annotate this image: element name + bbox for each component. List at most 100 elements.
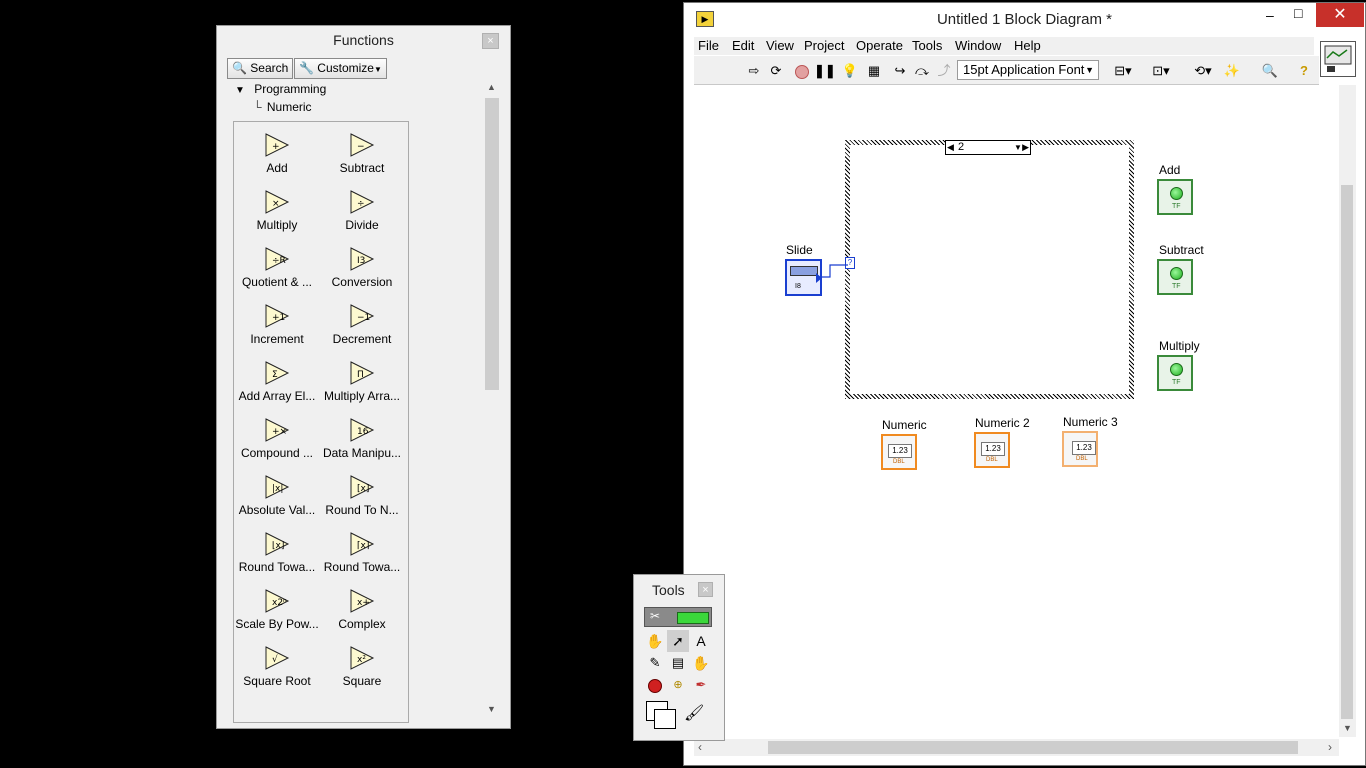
vertical-scrollbar-thumb[interactable] xyxy=(1341,185,1353,719)
close-window-button[interactable]: ✕ xyxy=(1316,3,1364,27)
paintbrush-icon[interactable]: 🖌 xyxy=(684,703,704,723)
add-indicator-terminal[interactable]: TF xyxy=(1157,179,1193,215)
step-into-icon[interactable]: ↪ xyxy=(890,61,910,81)
tree-item-numeric[interactable]: └ Numeric xyxy=(253,100,312,114)
menu-item-tools[interactable]: Tools xyxy=(912,37,942,55)
connect-wire-tool-icon[interactable]: ✎ xyxy=(644,652,666,674)
vi-icon[interactable] xyxy=(1320,41,1356,77)
palette-item[interactable]: x2ⁿ Scale By Pow... xyxy=(234,588,320,631)
background-color-swatch[interactable] xyxy=(654,709,676,729)
tools-palette-close-button[interactable]: × xyxy=(698,582,713,597)
palette-item[interactable]: −1 Decrement xyxy=(319,303,405,346)
minimize-button[interactable]: – xyxy=(1266,7,1274,23)
probe-data-tool-icon[interactable]: ⊕ xyxy=(667,674,689,696)
case-structure-interior[interactable] xyxy=(850,145,1129,394)
slide-control-terminal[interactable]: I8 xyxy=(785,259,822,296)
position-size-select-tool-icon[interactable]: ➚ xyxy=(667,630,689,652)
run-continuously-icon[interactable]: ⟳ xyxy=(766,61,786,81)
cleanup-diagram-icon[interactable]: ✨ xyxy=(1222,61,1242,81)
step-out-icon[interactable]: ⤴ xyxy=(934,61,954,81)
palette-item[interactable]: × Multiply xyxy=(234,189,320,232)
menu-item-project[interactable]: Project xyxy=(804,37,844,55)
case-structure[interactable]: ◀ 2 ▼ ▶ ? xyxy=(845,140,1134,399)
edit-text-tool-icon[interactable]: A xyxy=(690,630,712,652)
menu-item-help[interactable]: Help xyxy=(1014,37,1041,55)
palette-item[interactable]: ÷R Quotient & ... xyxy=(234,246,320,289)
palette-item[interactable]: Σ Add Array El... xyxy=(234,360,320,403)
breakpoint-tool-icon[interactable] xyxy=(644,674,666,696)
get-color-tool-icon[interactable]: ✒ xyxy=(690,674,712,696)
maximize-button[interactable]: □ xyxy=(1294,5,1302,21)
functions-palette-close-button[interactable]: × xyxy=(482,33,499,49)
functions-palette-title: Functions xyxy=(333,32,394,48)
numeric-2-control-terminal[interactable]: 1.23 DBL xyxy=(974,432,1010,468)
run-arrow-icon[interactable]: ⇨ xyxy=(744,61,764,81)
numeric-control-terminal[interactable]: 1.23 DBL xyxy=(881,434,917,470)
align-objects-icon[interactable]: ⊟▾ xyxy=(1108,61,1138,81)
scroll-down-icon[interactable]: ▼ xyxy=(487,704,496,714)
operate-value-tool-icon[interactable]: ✋ xyxy=(644,630,666,652)
palette-item-label: Round Towa... xyxy=(238,560,316,574)
font-selector[interactable]: 15pt Application Font ▼ xyxy=(957,60,1099,80)
palette-item[interactable]: ÷ Divide xyxy=(319,189,405,232)
scroll-right-icon[interactable]: › xyxy=(1328,740,1332,754)
context-help-icon[interactable]: ? xyxy=(1294,61,1314,81)
function-node-icon: −1 xyxy=(349,303,375,329)
functions-scrollbar-thumb[interactable] xyxy=(485,98,499,390)
tree-item-programming[interactable]: ▼ Programming xyxy=(235,82,326,96)
palette-item[interactable]: x² Square xyxy=(319,645,405,688)
palette-item[interactable]: √ Square Root xyxy=(234,645,320,688)
pause-icon[interactable]: ❚❚ xyxy=(814,61,836,81)
decrement-case-icon[interactable]: ◀ xyxy=(947,141,954,154)
scroll-window-tool-icon[interactable]: ✋ xyxy=(690,652,712,674)
diagram-horizontal-scrollbar[interactable]: ‹ › xyxy=(694,739,1339,756)
palette-item[interactable]: [x] Round To N... xyxy=(319,474,405,517)
svg-text:Σ: Σ xyxy=(272,370,278,380)
svg-text:x²: x² xyxy=(357,655,366,665)
reorder-icon[interactable]: ⟲▾ xyxy=(1188,61,1218,81)
functions-vertical-scrollbar[interactable]: ▲ ▼ xyxy=(483,80,501,720)
palette-item[interactable]: Π Multiply Arra... xyxy=(319,360,405,403)
svg-text:x+: x+ xyxy=(357,598,370,608)
increment-case-icon[interactable]: ▶ xyxy=(1022,141,1029,154)
palette-item[interactable]: x+ Complex xyxy=(319,588,405,631)
set-color-tool[interactable] xyxy=(644,699,678,731)
abort-icon[interactable] xyxy=(792,61,812,81)
case-selector[interactable]: ◀ 2 ▼ ▶ xyxy=(945,140,1031,155)
palette-item[interactable]: ⌈x⌉ Round Towa... xyxy=(319,531,405,574)
horizontal-scrollbar-thumb[interactable] xyxy=(768,741,1298,754)
retain-wire-values-icon[interactable]: ▦ xyxy=(864,61,884,81)
slide-wire[interactable] xyxy=(822,263,852,283)
scroll-up-icon[interactable]: ▲ xyxy=(487,82,496,92)
palette-item[interactable]: + Add xyxy=(234,132,320,175)
menu-item-view[interactable]: View xyxy=(766,37,794,55)
search-button[interactable]: 🔍 Search xyxy=(227,58,293,79)
palette-item[interactable]: 16 Data Manipu... xyxy=(319,417,405,460)
menu-item-edit[interactable]: Edit xyxy=(732,37,754,55)
scroll-down-icon[interactable]: ▼ xyxy=(1343,723,1352,733)
palette-item[interactable]: |x| Absolute Val... xyxy=(234,474,320,517)
subtract-indicator-terminal[interactable]: TF xyxy=(1157,259,1193,295)
diagram-canvas[interactable]: ◀ 2 ▼ ▶ ? Slide I8 Add TF Subtract TF Mu… xyxy=(694,85,1339,737)
customize-button[interactable]: 🔧 Customize▼ xyxy=(294,58,387,79)
menu-item-operate[interactable]: Operate xyxy=(856,37,903,55)
palette-item[interactable]: ⌊x⌋ Round Towa... xyxy=(234,531,320,574)
scroll-left-icon[interactable]: ‹ xyxy=(698,740,702,754)
palette-item[interactable]: +× Compound ... xyxy=(234,417,320,460)
multiply-indicator-terminal[interactable]: TF xyxy=(1157,355,1193,391)
search-icon[interactable]: 🔍 xyxy=(1260,61,1280,81)
diagram-vertical-scrollbar[interactable]: ▼ xyxy=(1339,85,1356,737)
step-over-icon[interactable]: ⤼ xyxy=(912,61,932,81)
distribute-objects-icon[interactable]: ⊡▾ xyxy=(1146,61,1176,81)
palette-item[interactable]: − Subtract xyxy=(319,132,405,175)
highlight-execution-icon[interactable]: 💡 xyxy=(840,61,860,81)
menu-item-window[interactable]: Window xyxy=(955,37,1001,55)
object-shortcut-menu-tool-icon[interactable]: ▤ xyxy=(667,652,689,674)
menu-item-file[interactable]: File xyxy=(698,37,719,55)
palette-item[interactable]: I3 Conversion xyxy=(319,246,405,289)
palette-item[interactable]: +1 Increment xyxy=(234,303,320,346)
function-node-icon: x+ xyxy=(349,588,375,614)
automatic-tool-selection[interactable]: ✂ xyxy=(644,607,712,627)
numeric-3-indicator-terminal[interactable]: 1.23 DBL xyxy=(1062,431,1098,467)
chevron-down-icon[interactable]: ▼ xyxy=(1014,141,1022,154)
